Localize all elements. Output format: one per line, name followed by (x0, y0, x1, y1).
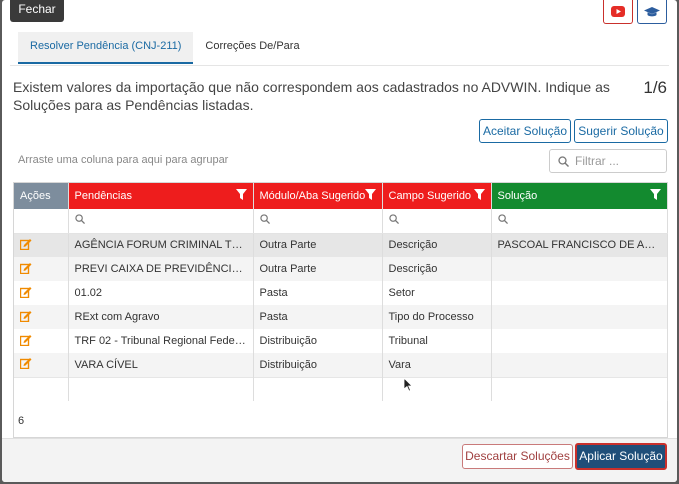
solucao-cell[interactable] (491, 281, 668, 305)
pendencia-cell[interactable]: RExt com Agravo (68, 305, 254, 329)
edit-icon[interactable] (19, 357, 32, 372)
pendencia-cell[interactable]: PREVI CAIXA DE PREVIDÊNCIA DO... (68, 257, 254, 281)
table-row[interactable]: VARA CÍVEL Distribuição Vara (14, 353, 668, 377)
column-label: Solução (497, 190, 538, 202)
accept-solution-button[interactable]: Aceitar Solução (479, 119, 571, 143)
edit-icon[interactable] (19, 286, 32, 301)
column-header-campo[interactable]: Campo Sugerido (382, 183, 492, 209)
pending-counter: 1/6 (643, 78, 667, 97)
edit-icon[interactable] (19, 310, 32, 325)
solucao-cell[interactable] (491, 257, 668, 281)
search-icon (497, 214, 508, 225)
search-icon (388, 214, 399, 225)
modulo-cell[interactable]: Outra Parte (253, 257, 383, 281)
campo-cell[interactable]: Tribunal (382, 329, 492, 353)
table-row[interactable]: RExt com Agravo Pasta Tipo do Processo (14, 305, 668, 329)
mouse-cursor-icon (404, 378, 413, 392)
filter-cell-campo[interactable] (382, 209, 492, 234)
column-header-pendencias[interactable]: Pendências (68, 183, 254, 209)
grid-filter-input[interactable]: Filtrar ... (549, 149, 667, 173)
filter-cell-modulo[interactable] (253, 209, 383, 234)
edit-cell (14, 353, 69, 377)
close-button[interactable]: Fechar (10, 0, 64, 22)
column-label: Ações (20, 190, 51, 202)
table-row[interactable]: TRF 02 - Tribunal Regional Federal da...… (14, 329, 668, 353)
table-row[interactable]: PREVI CAIXA DE PREVIDÊNCIA DO... Outra Pa… (14, 257, 668, 281)
edit-cell (14, 233, 69, 257)
pendencia-cell[interactable]: AGÊNCIA FORUM CRIMINAL TRF RJ (68, 233, 254, 257)
edit-icon[interactable] (19, 334, 32, 349)
column-label: Módulo/Aba Sugerido (259, 190, 366, 202)
modulo-cell[interactable]: Distribuição (253, 353, 383, 377)
filter-funnel-icon[interactable] (235, 189, 247, 201)
solucao-cell[interactable] (491, 353, 668, 377)
search-icon (74, 214, 85, 225)
pendencia-cell[interactable]: 01.02 (68, 281, 254, 305)
discard-solutions-button[interactable]: Descartar Soluções (462, 444, 573, 469)
search-icon (259, 214, 270, 225)
empty-row (14, 376, 668, 401)
campo-cell[interactable]: Tipo do Processo (382, 305, 492, 329)
edit-cell (14, 329, 69, 353)
campo-cell[interactable]: Descrição (382, 233, 492, 257)
column-label: Campo Sugerido (388, 190, 472, 202)
column-header-solucao[interactable]: Solução (491, 183, 668, 209)
filter-cell-actions (14, 209, 69, 234)
filter-funnel-icon[interactable] (364, 189, 376, 201)
pending-resolution-dialog: Fechar Resolver Pendência (CNJ-211) Corr… (2, 0, 677, 482)
modulo-cell[interactable]: Distribuição (253, 329, 383, 353)
instruction-message: Existem valores da importação que não co… (13, 79, 610, 113)
modulo-cell[interactable]: Outra Parte (253, 233, 383, 257)
apply-solution-button[interactable]: Aplicar Solução (575, 443, 667, 470)
tab-divider (10, 65, 669, 66)
pendencia-cell[interactable]: TRF 02 - Tribunal Regional Federal da... (68, 329, 254, 353)
filter-cell-solucao[interactable] (491, 209, 668, 234)
empty-cell (382, 376, 492, 401)
column-header-modulo[interactable]: Módulo/Aba Sugerido (253, 183, 383, 209)
column-header-actions[interactable]: Ações (14, 183, 69, 209)
tab-resolve-pending[interactable]: Resolver Pendência (CNJ-211) (18, 32, 194, 64)
youtube-icon (611, 6, 625, 17)
solucao-cell[interactable]: PASCOAL FRANCISCO DE ALMEIDA (491, 233, 668, 257)
filter-row (14, 209, 668, 234)
solucao-cell[interactable] (491, 305, 668, 329)
youtube-button[interactable] (603, 0, 633, 24)
tab-bar: Resolver Pendência (CNJ-211) Correções D… (18, 32, 312, 64)
campo-cell[interactable]: Setor (382, 281, 492, 305)
edit-cell (14, 305, 69, 329)
modulo-cell[interactable]: Pasta (253, 281, 383, 305)
tutorial-button[interactable] (637, 0, 667, 24)
table-row[interactable]: AGÊNCIA FORUM CRIMINAL TRF RJ Outra Parte… (14, 233, 668, 257)
edit-icon[interactable] (19, 262, 32, 277)
filter-funnel-icon[interactable] (649, 189, 661, 201)
table-row[interactable]: 01.02 Pasta Setor (14, 281, 668, 305)
modulo-cell[interactable]: Pasta (253, 305, 383, 329)
filter-funnel-icon[interactable] (473, 189, 485, 201)
edit-cell (14, 257, 69, 281)
search-icon (558, 155, 569, 167)
edit-cell (14, 281, 69, 305)
solucao-cell[interactable] (491, 329, 668, 353)
campo-cell[interactable]: Descrição (382, 257, 492, 281)
column-label: Pendências (74, 190, 133, 202)
grid-record-count: 6 (18, 415, 25, 427)
group-drop-hint[interactable]: Arraste uma coluna para aqui para agrupa… (18, 154, 228, 166)
empty-cell (14, 376, 69, 401)
empty-cell (491, 376, 668, 401)
edit-icon[interactable] (19, 238, 32, 253)
campo-cell[interactable]: Vara (382, 353, 492, 377)
graduation-cap-icon (644, 6, 660, 16)
empty-cell (253, 376, 383, 401)
tab-corrections[interactable]: Correções De/Para (193, 32, 311, 64)
pending-grid: Ações Pendências Módulo/Aba Sugerido Cam… (13, 182, 668, 438)
filter-cell-pendencias[interactable] (68, 209, 254, 234)
pendencia-cell[interactable]: VARA CÍVEL (68, 353, 254, 377)
suggest-solution-button[interactable]: Sugerir Solução (574, 119, 668, 143)
empty-cell (68, 376, 254, 401)
filter-placeholder: Filtrar ... (575, 154, 619, 168)
